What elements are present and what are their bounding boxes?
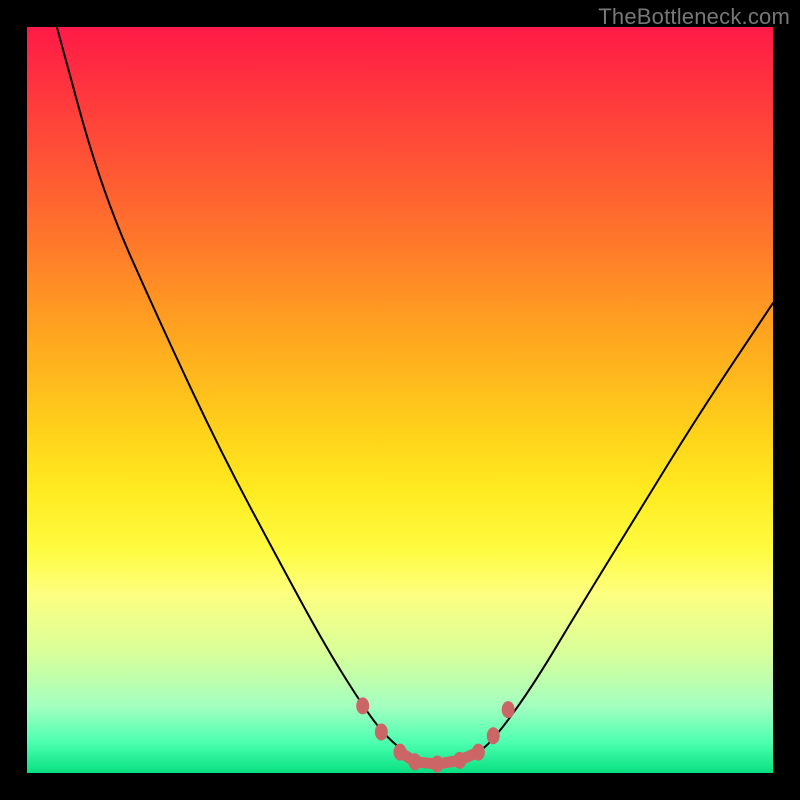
curve-layer (27, 27, 773, 773)
curve-marker (375, 723, 388, 740)
attribution-text: TheBottleneck.com (598, 4, 790, 30)
curve-marker (431, 756, 444, 773)
curve-marker (453, 752, 466, 769)
curve-marker (502, 701, 515, 718)
chart-frame: TheBottleneck.com (0, 0, 800, 800)
curve-marker (394, 744, 407, 761)
curve-marker (356, 697, 369, 714)
curve-marker (408, 753, 421, 770)
curve-marker (487, 727, 500, 744)
bottleneck-curve (57, 27, 773, 764)
curve-marker (472, 744, 485, 761)
plot-area (27, 27, 773, 773)
marker-layer (356, 697, 514, 772)
